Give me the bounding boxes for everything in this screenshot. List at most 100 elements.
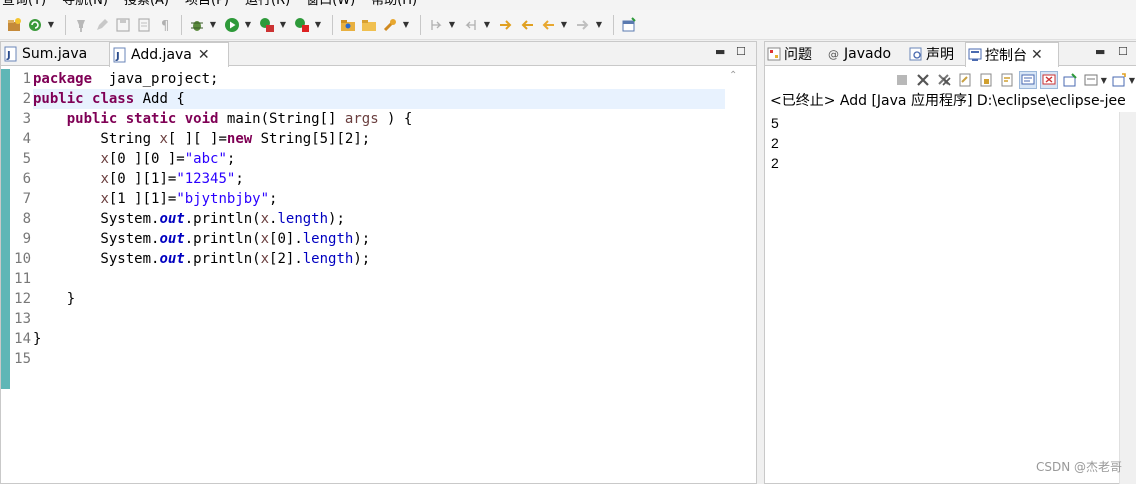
- code-line[interactable]: public class Add {: [33, 89, 725, 109]
- open-folder-icon[interactable]: [359, 15, 379, 35]
- run-dropdown-icon[interactable]: ▼: [243, 15, 253, 35]
- forward-history-dropdown-icon[interactable]: ▼: [594, 15, 604, 35]
- wrench-dropdown-icon[interactable]: ▼: [401, 15, 411, 35]
- display-console-dropdown-icon[interactable]: ▼: [1101, 76, 1107, 85]
- code-token: args: [344, 111, 379, 127]
- tab-javadoc[interactable]: @ Javado: [825, 42, 907, 66]
- show-on-stderr-icon[interactable]: [1039, 71, 1058, 89]
- pin-console-icon[interactable]: [1061, 71, 1079, 89]
- back-icon[interactable]: [517, 15, 537, 35]
- refresh-dropdown-icon[interactable]: ▼: [46, 15, 56, 35]
- remove-launch-icon[interactable]: [914, 71, 932, 89]
- menu-run[interactable]: 运行(R): [237, 0, 298, 10]
- tab-problems[interactable]: 问题: [765, 42, 825, 66]
- tab-console[interactable]: 控制台 ✕: [965, 42, 1059, 67]
- code-line[interactable]: x[1 ][1]="bjytnbjby";: [33, 189, 725, 209]
- code-line[interactable]: public static void main(String[] args ) …: [33, 109, 725, 129]
- code-line[interactable]: String x[ ][ ]=new String[5][2];: [33, 129, 725, 149]
- code-line[interactable]: }: [33, 289, 725, 309]
- editor-tab-bar: J Sum.java J Add.java ✕ ▬ ☐: [1, 42, 756, 67]
- tab-declaration[interactable]: 声明: [907, 42, 965, 66]
- fold-toggle-icon[interactable]: ⌃: [729, 70, 737, 81]
- code-token: .println(: [184, 251, 261, 267]
- menu-help[interactable]: 帮助(H): [363, 0, 425, 10]
- toolbar-separator: [181, 14, 182, 35]
- at-icon: @: [828, 48, 839, 61]
- run-icon[interactable]: [222, 15, 242, 35]
- pin-icon[interactable]: [71, 15, 91, 35]
- console-vertical-scrollbar[interactable]: [1119, 112, 1136, 484]
- code-token: System.: [33, 211, 160, 227]
- code-line[interactable]: System.out.println(x[0].length);: [33, 229, 725, 249]
- prev-annotation-icon[interactable]: [461, 15, 481, 35]
- code-line[interactable]: x[0 ][1]="12345";: [33, 169, 725, 189]
- code-token: );: [328, 211, 345, 227]
- menu-search[interactable]: 搜索(A): [116, 0, 177, 10]
- code-token: );: [353, 231, 371, 247]
- pen-icon[interactable]: [92, 15, 112, 35]
- refresh-icon[interactable]: [25, 15, 45, 35]
- tab-sum-java[interactable]: J Sum.java: [1, 42, 109, 66]
- terminated-launch-label: <已终止> Add [Java 应用程序] D:\eclipse\eclipse…: [770, 93, 1126, 109]
- tab-add-java[interactable]: J Add.java ✕: [109, 42, 229, 67]
- scroll-lock-icon[interactable]: [977, 71, 995, 89]
- show-on-stdout-icon[interactable]: [1018, 71, 1037, 89]
- forward-history-icon[interactable]: [573, 15, 593, 35]
- declaration-icon: [909, 47, 922, 61]
- forward-icon[interactable]: [496, 15, 516, 35]
- save-icon[interactable]: [113, 15, 133, 35]
- line-number: 15: [14, 351, 31, 367]
- new-window-icon[interactable]: [619, 15, 639, 35]
- open-type-icon[interactable]: [338, 15, 358, 35]
- pilcrow-icon[interactable]: ¶: [155, 15, 175, 35]
- code-line[interactable]: package java_project;: [33, 69, 725, 89]
- code-line[interactable]: [33, 269, 725, 289]
- menu-navigate[interactable]: 导航(N): [54, 0, 116, 10]
- menu-project[interactable]: 项目(P): [177, 0, 237, 10]
- menu-window[interactable]: 窗口(W): [298, 0, 363, 10]
- menu-query[interactable]: 查询(Y): [0, 0, 54, 10]
- remove-all-icon[interactable]: [935, 71, 953, 89]
- wrench-icon[interactable]: [380, 15, 400, 35]
- maximize-icon[interactable]: ☐: [1118, 45, 1128, 58]
- code-line[interactable]: x[0 ][0 ]="abc";: [33, 149, 725, 169]
- debug-icon[interactable]: [187, 15, 207, 35]
- back-history-icon[interactable]: [538, 15, 558, 35]
- code-line[interactable]: System.out.println(x.length);: [33, 209, 725, 229]
- maximize-icon[interactable]: ☐: [736, 45, 746, 58]
- close-icon[interactable]: ✕: [198, 47, 210, 63]
- keyword-token: public: [33, 91, 84, 107]
- code-line[interactable]: [33, 349, 725, 369]
- page-icon[interactable]: [134, 15, 154, 35]
- line-number: 14: [14, 331, 31, 347]
- open-console-dropdown-icon[interactable]: ▼: [1129, 76, 1135, 85]
- debug-dropdown-icon[interactable]: ▼: [208, 15, 218, 35]
- word-wrap-icon[interactable]: [998, 71, 1016, 89]
- terminate-icon[interactable]: [893, 71, 911, 89]
- prev-annotation-dropdown-icon[interactable]: ▼: [482, 15, 492, 35]
- minimize-icon[interactable]: ▬: [1095, 45, 1105, 58]
- line-number: 6: [22, 171, 31, 187]
- tab-label: Sum.java: [22, 46, 88, 62]
- next-annotation-icon[interactable]: [426, 15, 446, 35]
- coverage-dropdown-icon[interactable]: ▼: [313, 15, 323, 35]
- string-token: "abc": [184, 151, 227, 167]
- code-line[interactable]: [33, 309, 725, 329]
- code-line[interactable]: System.out.println(x[2].length);: [33, 249, 725, 269]
- new-package-icon[interactable]: [4, 15, 24, 35]
- display-selected-console-icon[interactable]: [1082, 71, 1100, 89]
- code-line[interactable]: }: [33, 329, 725, 349]
- pane-sash[interactable]: [757, 41, 764, 484]
- back-history-dropdown-icon[interactable]: ▼: [559, 15, 569, 35]
- run-config-icon[interactable]: [257, 15, 277, 35]
- close-icon[interactable]: ✕: [1031, 47, 1043, 63]
- open-console-icon[interactable]: [1110, 71, 1128, 89]
- coverage-icon[interactable]: [292, 15, 312, 35]
- code-text-area[interactable]: package java_project; public class Add { …: [33, 69, 725, 369]
- run-config-dropdown-icon[interactable]: ▼: [278, 15, 288, 35]
- next-annotation-dropdown-icon[interactable]: ▼: [447, 15, 457, 35]
- minimize-icon[interactable]: ▬: [715, 45, 725, 58]
- clear-console-icon[interactable]: [956, 71, 974, 89]
- code-token: .println(: [184, 231, 261, 247]
- console-output-line: 2: [771, 155, 779, 171]
